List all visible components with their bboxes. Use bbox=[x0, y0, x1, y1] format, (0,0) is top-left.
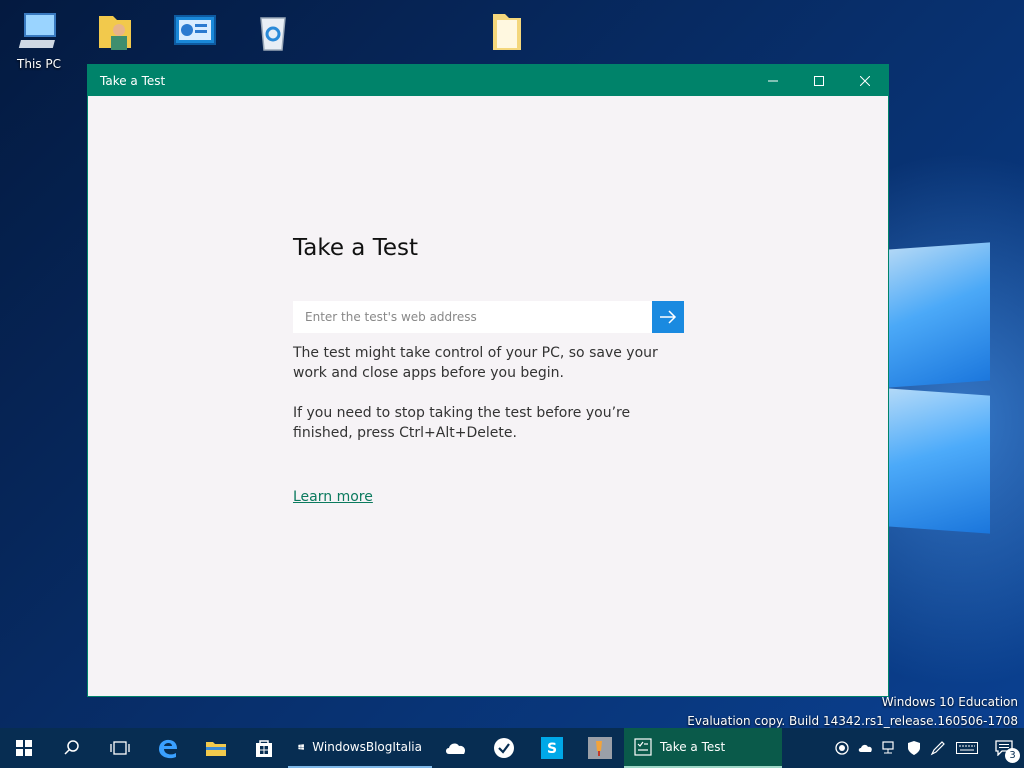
paint-icon bbox=[588, 737, 612, 759]
close-button[interactable] bbox=[842, 65, 888, 96]
svg-text:S: S bbox=[547, 741, 557, 757]
onedrive-tray[interactable] bbox=[854, 728, 878, 768]
control-panel-icon bbox=[174, 15, 216, 45]
skype-icon: S bbox=[541, 737, 563, 759]
network-icon bbox=[882, 741, 894, 754]
taskbar: WindowsBlogItalia S Take a Test 3 bbox=[0, 728, 1024, 768]
window-title: Take a Test bbox=[100, 73, 166, 88]
windows-logo-icon bbox=[298, 744, 304, 750]
title-bar[interactable]: Take a Test bbox=[88, 65, 888, 96]
desktop-icon-user-folder[interactable] bbox=[77, 10, 153, 63]
computer-icon bbox=[18, 13, 56, 48]
search-icon bbox=[64, 740, 79, 755]
pen-icon bbox=[930, 741, 945, 756]
desktop-icon-control-panel[interactable] bbox=[157, 10, 233, 63]
system-tray: 3 bbox=[830, 728, 1024, 768]
network-tray[interactable] bbox=[878, 728, 902, 768]
action-center-button[interactable]: 3 bbox=[984, 728, 1024, 768]
windows-start-icon bbox=[16, 740, 32, 756]
close-icon bbox=[860, 75, 870, 86]
maximize-button[interactable] bbox=[796, 65, 842, 96]
take-a-test-icon bbox=[634, 738, 652, 756]
edge-icon bbox=[159, 739, 177, 759]
store-icon bbox=[256, 740, 272, 757]
task-view-icon bbox=[110, 741, 130, 755]
record-indicator[interactable] bbox=[830, 728, 854, 768]
learn-more-link[interactable]: Learn more bbox=[293, 489, 373, 505]
windows-watermark: Windows 10 Education Evaluation copy. Bu… bbox=[687, 693, 1018, 728]
tasks-button[interactable] bbox=[480, 728, 528, 768]
url-row bbox=[293, 301, 685, 333]
start-button[interactable] bbox=[0, 728, 48, 768]
desktop-icon-this-pc[interactable]: This PC bbox=[1, 10, 77, 71]
record-icon bbox=[835, 741, 849, 755]
file-explorer-icon bbox=[206, 742, 226, 756]
file-explorer-button[interactable] bbox=[192, 728, 240, 768]
minimize-icon bbox=[768, 80, 778, 81]
pen-tray[interactable] bbox=[926, 728, 950, 768]
task-view-button[interactable] bbox=[96, 728, 144, 768]
search-button[interactable] bbox=[48, 728, 96, 768]
desktop-icon-recycle-bin[interactable] bbox=[235, 10, 311, 63]
main-content: Take a Test The test might take control … bbox=[293, 235, 685, 505]
minimize-button[interactable] bbox=[750, 65, 796, 96]
maximize-icon bbox=[814, 75, 824, 86]
defender-tray[interactable] bbox=[902, 728, 926, 768]
take-a-test-window: Take a Test Take a Test The test might t… bbox=[87, 64, 889, 697]
stop-instructions-text: If you need to stop taking the test befo… bbox=[293, 405, 631, 441]
edge-browser-button[interactable] bbox=[144, 728, 192, 768]
onedrive-button[interactable] bbox=[432, 728, 480, 768]
cloud-icon bbox=[858, 744, 872, 752]
taskbar-app-label: Take a Test bbox=[660, 740, 726, 754]
keyboard-icon bbox=[956, 742, 978, 754]
page-title: Take a Test bbox=[293, 235, 418, 261]
watermark-build: Evaluation copy. Build 14342.rs1_release… bbox=[687, 714, 1018, 728]
keyboard-tray[interactable] bbox=[950, 728, 984, 768]
skype-button[interactable]: S bbox=[528, 728, 576, 768]
go-button[interactable] bbox=[652, 301, 684, 333]
user-folder-icon bbox=[99, 16, 131, 50]
store-button[interactable] bbox=[240, 728, 288, 768]
folder-icon bbox=[493, 14, 521, 50]
warning-text: The test might take control of your PC, … bbox=[293, 345, 658, 381]
test-url-input[interactable] bbox=[293, 301, 652, 333]
arrow-right-icon bbox=[660, 310, 677, 324]
checkmark-circle-icon bbox=[494, 738, 514, 758]
notification-count-badge: 3 bbox=[1005, 748, 1020, 763]
desktop-icon-folder[interactable] bbox=[469, 10, 545, 63]
windows-logo-wallpaper bbox=[880, 230, 1000, 540]
paint-button[interactable] bbox=[576, 728, 624, 768]
taskbar-app-windowsblogitalia[interactable]: WindowsBlogItalia bbox=[288, 728, 432, 768]
taskbar-app-label: WindowsBlogItalia bbox=[312, 740, 422, 754]
taskbar-app-take-a-test[interactable]: Take a Test bbox=[624, 728, 782, 768]
shield-icon bbox=[908, 741, 920, 755]
cloud-icon bbox=[446, 743, 466, 754]
recycle-bin-icon bbox=[260, 17, 286, 51]
